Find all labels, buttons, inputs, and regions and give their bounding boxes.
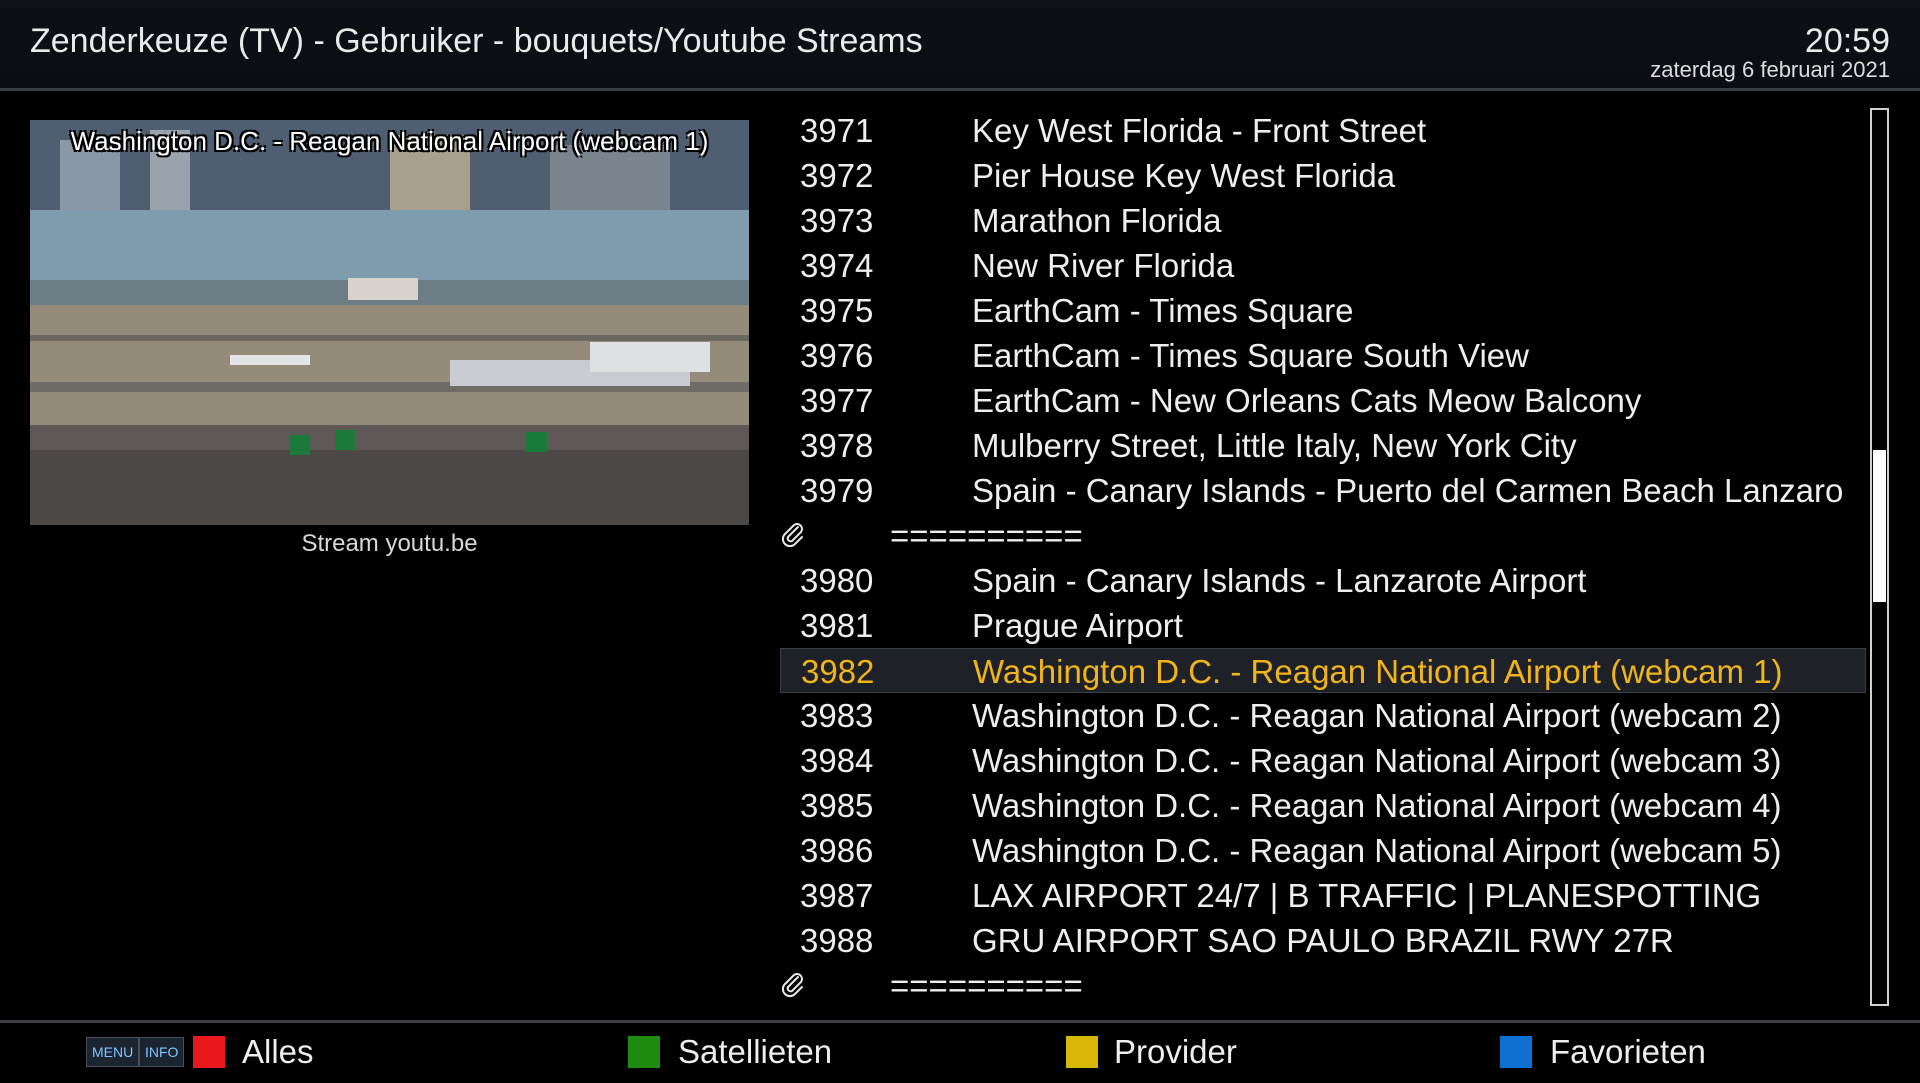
list-marker[interactable]: ==========	[780, 963, 1866, 1008]
channel-list-scrollbar[interactable]	[1870, 108, 1889, 1006]
channel-name: Washington D.C. - Reagan National Airpor…	[973, 653, 1783, 690]
channel-number: 3985	[800, 787, 874, 824]
channel-name: EarthCam - New Orleans Cats Meow Balcony	[972, 382, 1642, 419]
channel-number: 3984	[800, 742, 874, 779]
button-alles[interactable]: Alles	[242, 1033, 314, 1071]
button-favorieten[interactable]: Favorieten	[1550, 1033, 1706, 1071]
channel-number: 3975	[800, 292, 874, 329]
list-item[interactable]: 3975 EarthCam - Times Square	[780, 288, 1866, 333]
channel-name: EarthCam - Times Square	[972, 292, 1354, 329]
list-item[interactable]: 3971 Key West Florida - Front Street	[780, 108, 1866, 153]
channel-name: Pier House Key West Florida	[972, 157, 1396, 194]
channel-name: Washington D.C. - Reagan National Airpor…	[972, 832, 1782, 869]
list-item[interactable]: 3978 Mulberry Street, Little Italy, New Y…	[780, 423, 1866, 468]
channel-name: Spain - Canary Islands - Puerto del Carm…	[972, 472, 1844, 509]
channel-name: Key West Florida - Front Street	[972, 112, 1427, 149]
channel-number: 3980	[800, 562, 874, 599]
yellow-button-icon	[1066, 1036, 1098, 1068]
list-item[interactable]: 3974 New River Florida	[780, 243, 1866, 288]
channel-number: 3976	[800, 337, 874, 374]
channel-list[interactable]: 3971 Key West Florida - Front Street 3972 P…	[780, 108, 1866, 1008]
info-key[interactable]: INFO	[139, 1037, 185, 1067]
button-provider[interactable]: Provider	[1114, 1033, 1237, 1071]
channel-number: 3973	[800, 202, 874, 239]
list-item[interactable]: 3983 Washington D.C. - Reagan National Ai…	[780, 693, 1866, 738]
channel-name: Washington D.C. - Reagan National Airpor…	[972, 697, 1782, 734]
channel-name: Spain - Canary Islands - Lanzarote Airpo…	[972, 562, 1587, 599]
list-item[interactable]: 3973 Marathon Florida	[780, 198, 1866, 243]
channel-name: Mulberry Street, Little Italy, New York …	[972, 427, 1577, 464]
clock-time: 20:59	[1804, 22, 1890, 60]
screen-title: Zenderkeuze (TV) - Gebruiker - bouquets/…	[30, 22, 923, 60]
channel-number: 3988	[800, 922, 874, 959]
channel-number: 3982	[801, 653, 875, 690]
channel-name: Prague Airport	[972, 607, 1183, 644]
button-satellieten[interactable]: Satellieten	[678, 1033, 832, 1071]
list-item[interactable]: 3972 Pier House Key West Florida	[780, 153, 1866, 198]
channel-number: 3977	[800, 382, 874, 419]
footer-bar: MENU INFO Alles Satellieten Provider Fav…	[0, 1020, 1920, 1083]
channel-number: 3972	[800, 157, 874, 194]
blue-button-icon	[1500, 1036, 1532, 1068]
channel-name: LAX AIRPORT 24/7 | B TRAFFIC | PLANESPOT…	[972, 877, 1762, 914]
channel-number: 3978	[800, 427, 874, 464]
list-item[interactable]: 3976 EarthCam - Times Square South View	[780, 333, 1866, 378]
list-item[interactable]: 3985 Washington D.C. - Reagan National Ai…	[780, 783, 1866, 828]
channel-number: 3986	[800, 832, 874, 869]
clock-date: zaterdag 6 februari 2021	[1650, 57, 1890, 82]
paperclip-icon	[781, 523, 803, 548]
channel-name: Marathon Florida	[972, 202, 1222, 239]
list-item[interactable]: 3979 Spain - Canary Islands - Puerto del …	[780, 468, 1866, 513]
channel-number: 3979	[800, 472, 874, 509]
channel-name: EarthCam - Times Square South View	[972, 337, 1529, 374]
list-item-selected[interactable]: 3982 Washington D.C. - Reagan National Ai…	[780, 648, 1866, 693]
channel-name: Washington D.C. - Reagan National Airpor…	[972, 787, 1782, 824]
channel-number: 3971	[800, 112, 874, 149]
list-item[interactable]: 3984 Washington D.C. - Reagan National Ai…	[780, 738, 1866, 783]
marker-label: ==========	[890, 967, 1083, 1004]
marker-label: ==========	[890, 517, 1083, 554]
green-button-icon	[628, 1036, 660, 1068]
menu-key[interactable]: MENU	[86, 1037, 140, 1067]
list-item[interactable]: 3977 EarthCam - New Orleans Cats Meow Bal…	[780, 378, 1866, 423]
webcam-image	[30, 120, 749, 525]
list-item[interactable]: 3986 Washington D.C. - Reagan National Ai…	[780, 828, 1866, 873]
channel-number: 3987	[800, 877, 874, 914]
scrollbar-thumb[interactable]	[1873, 450, 1886, 602]
stream-source-label: Stream youtu.be	[301, 530, 478, 557]
channel-number: 3974	[800, 247, 874, 284]
channel-number: 3983	[800, 697, 874, 734]
list-item[interactable]: 3981 Prague Airport	[780, 603, 1866, 648]
red-button-icon	[193, 1036, 225, 1068]
video-preview: Washington D.C. - Reagan National Airpor…	[30, 120, 749, 525]
preview-channel-title: Washington D.C. - Reagan National Airpor…	[70, 126, 709, 156]
channel-name: Washington D.C. - Reagan National Airpor…	[972, 742, 1782, 779]
list-item[interactable]: 3980 Spain - Canary Islands - Lanzarote A…	[780, 558, 1866, 603]
channel-name: New River Florida	[972, 247, 1235, 284]
channel-number: 3981	[800, 607, 874, 644]
channel-name: GRU AIRPORT SAO PAULO BRAZIL RWY 27R	[972, 922, 1674, 959]
list-item[interactable]: 3987 LAX AIRPORT 24/7 | B TRAFFIC | PLANE…	[780, 873, 1866, 918]
list-marker[interactable]: ==========	[780, 513, 1866, 558]
list-item[interactable]: 3988 GRU AIRPORT SAO PAULO BRAZIL RWY 27R	[780, 918, 1866, 963]
header-bar: Zenderkeuze (TV) - Gebruiker - bouquets/…	[0, 0, 1920, 91]
paperclip-icon	[781, 973, 803, 998]
